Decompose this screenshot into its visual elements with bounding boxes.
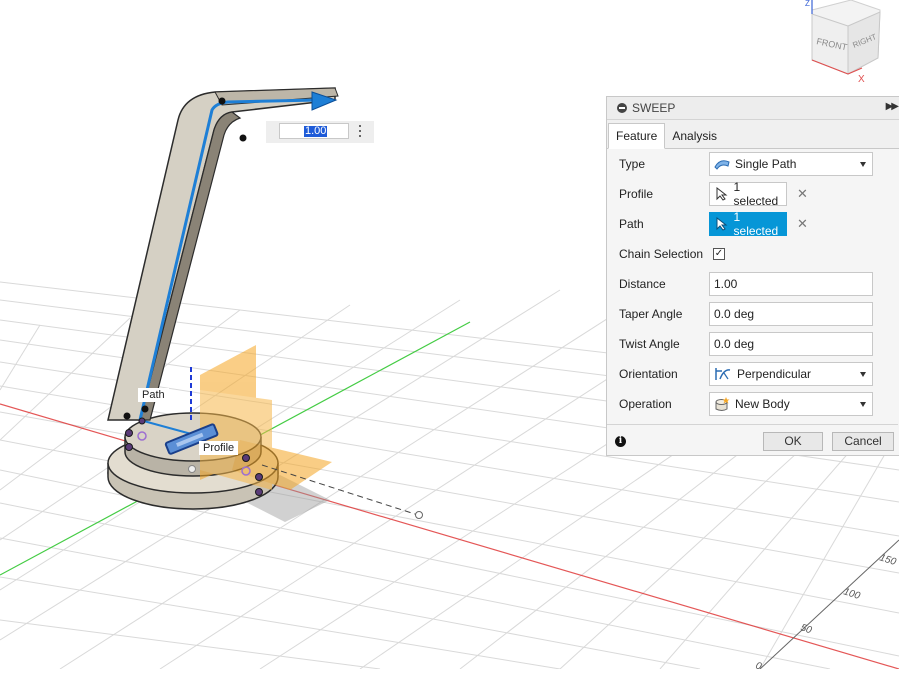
viewcube-z-label: Z [805, 0, 810, 8]
distance-manipulator-input[interactable]: 1.00 [279, 123, 349, 139]
info-icon[interactable]: i [615, 436, 626, 447]
ruler-line [759, 539, 899, 670]
profile-callout: Profile [199, 441, 239, 455]
distance-input[interactable]: 1.00 [709, 272, 873, 296]
chain-selection-label: Chain Selection [619, 247, 704, 261]
taper-angle-label: Taper Angle [619, 307, 683, 321]
profile-value: 1 selected [733, 180, 779, 208]
viewcube[interactable]: FRONT RIGHT X Z [805, 0, 881, 85]
collapse-icon[interactable] [617, 103, 627, 113]
dialog-footer: i OK Cancel [607, 424, 898, 457]
twist-angle-value: 0.0 deg [714, 337, 755, 351]
tab-feature[interactable]: Feature [608, 123, 666, 149]
distance-manipulator-value[interactable]: 1.00 [304, 126, 328, 137]
dialog-title: SWEEP [632, 101, 676, 115]
distance-value: 1.00 [714, 277, 738, 291]
sketch-point[interactable] [188, 465, 196, 473]
ruler-label-50: 50 [799, 622, 813, 636]
taper-angle-row: Taper Angle 0.0 deg [607, 299, 899, 329]
type-value: Single Path [735, 157, 797, 171]
type-row: Type Single Path [607, 149, 899, 179]
more-options-icon[interactable] [359, 125, 362, 140]
viewcube-x-label: X [858, 74, 865, 85]
sweep-dialog: SWEEP ▶▶ Feature Analysis Type Single Pa… [606, 96, 899, 456]
profile-clear-icon[interactable]: ✕ [797, 186, 808, 202]
operation-label: Operation [619, 397, 672, 411]
cursor-icon [716, 217, 728, 231]
operation-dropdown[interactable]: New Body [709, 392, 873, 416]
chevron-down-icon [860, 162, 866, 167]
chevron-down-icon [860, 402, 866, 407]
path-clear-icon[interactable]: ✕ [797, 216, 808, 232]
expand-icon[interactable]: ▶▶ [886, 101, 899, 112]
twist-angle-input[interactable]: 0.0 deg [709, 332, 873, 356]
orientation-row: Orientation Perpendicular [607, 359, 899, 389]
dialog-tabs: Feature Analysis [607, 120, 899, 149]
chain-selection-checkbox[interactable]: ✓ [713, 248, 725, 260]
chain-selection-row: Chain Selection ✓ [607, 239, 899, 269]
distance-row: Distance 1.00 [607, 269, 899, 299]
ruler-label-100: 100 [842, 586, 862, 602]
distance-label: Distance [619, 277, 666, 291]
type-label: Type [619, 157, 646, 171]
chevron-down-icon [860, 372, 866, 377]
cursor-icon [716, 187, 728, 201]
orientation-value: Perpendicular [737, 367, 812, 381]
end-point[interactable] [239, 134, 247, 142]
orientation-dropdown[interactable]: Perpendicular [709, 362, 873, 386]
profile-plane [200, 345, 332, 490]
twist-angle-label: Twist Angle [619, 337, 680, 351]
cancel-button[interactable]: Cancel [832, 432, 894, 451]
end-point[interactable] [123, 412, 131, 420]
orientation-label: Orientation [619, 367, 678, 381]
path-select-button[interactable]: 1 selected [709, 210, 787, 238]
end-point[interactable] [218, 97, 226, 105]
ok-button[interactable]: OK [763, 432, 823, 451]
profile-label: Profile [619, 187, 654, 201]
ruler-label-150: 150 [878, 552, 898, 568]
end-point[interactable] [141, 405, 149, 413]
single-path-icon [714, 160, 730, 170]
path-value: 1 selected [733, 210, 779, 238]
operation-row: Operation New Body [607, 389, 899, 419]
perpendicular-icon [715, 368, 731, 380]
type-dropdown[interactable]: Single Path [709, 152, 873, 176]
path-label: Path [619, 217, 644, 231]
tab-analysis[interactable]: Analysis [665, 124, 724, 148]
taper-angle-value: 0.0 deg [714, 307, 755, 321]
new-body-icon [715, 397, 730, 411]
construction-point[interactable] [415, 511, 423, 519]
dialog-header[interactable]: SWEEP ▶▶ [607, 97, 899, 120]
distance-manipulator[interactable]: 1.00 [266, 121, 374, 143]
profile-select-button[interactable]: 1 selected [709, 180, 787, 208]
path-row: Path 1 selected ✕ [607, 209, 899, 239]
operation-value: New Body [735, 397, 790, 411]
profile-row: Profile 1 selected ✕ [607, 179, 899, 209]
taper-angle-input[interactable]: 0.0 deg [709, 302, 873, 326]
twist-angle-row: Twist Angle 0.0 deg [607, 329, 899, 359]
path-callout: Path [138, 388, 169, 402]
